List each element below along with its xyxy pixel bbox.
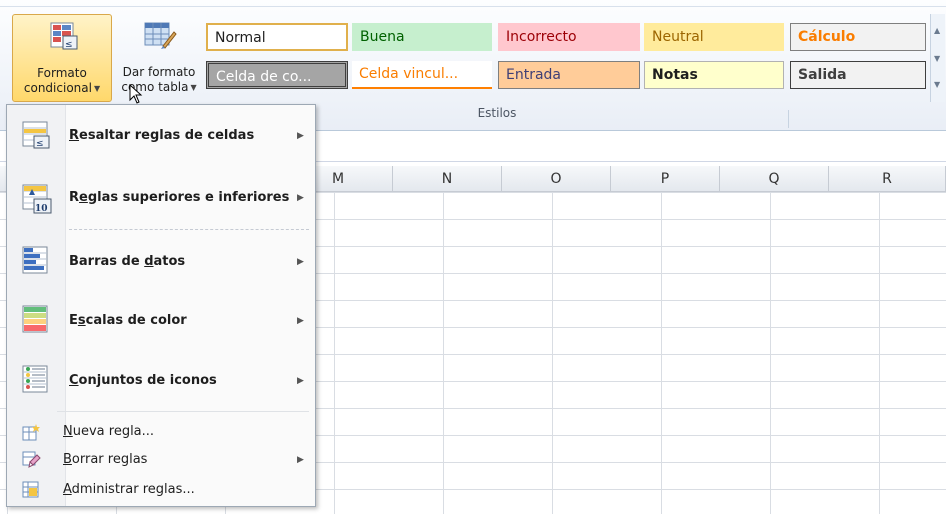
data-bars-icon (22, 246, 48, 274)
format-as-table-button[interactable]: Dar formato como tabla ▼ (113, 14, 205, 102)
menu-item-label: Reglas superiores e inferiores (69, 190, 290, 205)
ribbon-top-border (0, 6, 946, 7)
submenu-arrow-icon: ▶ (297, 316, 304, 326)
menu-item-label: Nueva regla... (63, 424, 155, 439)
menu-item-label: Resaltar reglas de celdas (69, 128, 255, 143)
cell-styles-gallery: Normal Buena Incorrecto Neutral Cálculo Celda… (206, 14, 928, 102)
cell-style-9[interactable]: Salida (790, 61, 926, 89)
submenu-arrow-icon: ▶ (297, 257, 304, 267)
new-rule-icon (22, 424, 40, 441)
menu-item-new-rule[interactable]: Nueva regla... (7, 419, 315, 447)
menu-item-top-bottom-rules[interactable]: 10 Reglas superiores e inferiores ▶ (7, 181, 315, 219)
column-header-p[interactable]: P (611, 166, 720, 192)
top-bottom-rules-icon: 10 (22, 184, 52, 214)
submenu-arrow-icon: ▶ (297, 193, 304, 203)
dropdown-arrow-icon: ▼ (190, 83, 197, 92)
column-header-o[interactable]: O (502, 166, 611, 192)
menu-item-label: Escalas de color (69, 313, 187, 328)
column-header-q[interactable]: Q (720, 166, 829, 192)
cell-style-2[interactable]: Incorrecto (498, 23, 640, 51)
menu-item-label: Conjuntos de iconos (69, 373, 217, 388)
submenu-arrow-icon: ▶ (297, 131, 304, 141)
manage-rules-icon (22, 481, 39, 498)
column-header-n[interactable]: N (393, 166, 502, 192)
svg-text:≤: ≤ (36, 139, 44, 149)
dropdown-arrow-icon: ▼ (93, 84, 101, 93)
scroll-up-icon[interactable]: ▲ (934, 26, 940, 35)
menu-item-clear-rules[interactable]: Borrar reglas ▶ (7, 447, 315, 475)
submenu-arrow-icon: ▶ (297, 455, 304, 465)
menu-item-label: Barras de datos (69, 254, 186, 269)
conditional-format-button[interactable]: ≤ Formato condicional ▼ (12, 14, 112, 102)
color-scales-icon (22, 305, 48, 333)
conditional-format-menu: ≤ Resaltar reglas de celdas ▶ 10 Reglas … (6, 104, 316, 507)
mouse-cursor-icon (129, 84, 143, 104)
svg-text:≤: ≤ (65, 40, 73, 50)
cell-style-1[interactable]: Buena (352, 23, 492, 51)
cell-style-7[interactable]: Entrada (498, 61, 640, 89)
cell-style-5[interactable]: Celda de co... (206, 61, 348, 89)
cell-style-8[interactable]: Notas (644, 61, 784, 89)
highlight-cells-rules-icon: ≤ (22, 121, 50, 149)
menu-separator (69, 229, 309, 230)
conditional-format-label-1: Formato (37, 66, 87, 80)
cell-style-4[interactable]: Cálculo (790, 23, 926, 51)
gallery-expand-icon[interactable]: ▼ (934, 80, 940, 89)
icon-sets-icon (22, 365, 48, 393)
group-separator (788, 110, 789, 128)
clear-rules-icon (22, 451, 41, 468)
cell-style-0[interactable]: Normal (206, 23, 348, 51)
column-header-r[interactable]: R (829, 166, 946, 192)
submenu-arrow-icon: ▶ (297, 376, 304, 386)
conditional-format-icon: ≤ (50, 22, 78, 50)
menu-separator (57, 411, 309, 412)
gallery-scrollbar[interactable]: ▲ ▼ ▼ (930, 14, 945, 102)
format-as-table-icon (144, 22, 177, 49)
menu-item-icon-sets[interactable]: Conjuntos de iconos ▶ (7, 364, 315, 402)
conditional-format-label-2: condicional (23, 81, 92, 95)
menu-item-data-bars[interactable]: Barras de datos ▶ (7, 245, 315, 283)
menu-item-highlight-cells-rules[interactable]: ≤ Resaltar reglas de celdas ▶ (7, 119, 315, 157)
format-as-table-label-1: Dar formato (122, 65, 196, 79)
menu-item-label: Administrar reglas... (63, 482, 195, 497)
menu-item-manage-rules[interactable]: Administrar reglas... (7, 477, 315, 505)
menu-item-color-scales[interactable]: Escalas de color ▶ (7, 304, 315, 342)
menu-item-label: Borrar reglas (63, 452, 148, 467)
scroll-down-icon[interactable]: ▼ (934, 54, 940, 63)
cell-style-6[interactable]: Celda vincul... (352, 61, 492, 89)
cell-style-3[interactable]: Neutral (644, 23, 784, 51)
svg-text:10: 10 (35, 204, 48, 214)
